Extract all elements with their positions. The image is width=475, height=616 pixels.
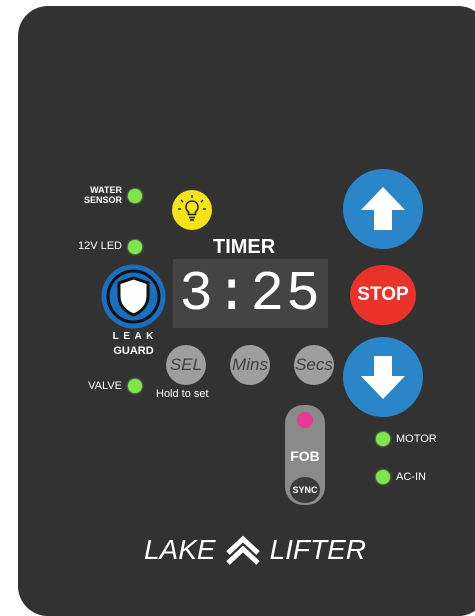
- timer-title: TIMER: [213, 236, 276, 258]
- leak-guard-label-line1: L E A K: [112, 331, 155, 342]
- timer-display-value: 3:25: [179, 261, 322, 326]
- water-sensor-led: [128, 189, 142, 203]
- brand-name-left: LAKE: [143, 534, 216, 565]
- sel-button[interactable]: SEL: [166, 345, 206, 385]
- leak-guard-button[interactable]: [101, 264, 166, 329]
- lightbulb-button[interactable]: [172, 190, 212, 230]
- lightbulb-icon: [172, 190, 212, 230]
- brand-logo: LAKE LIFTER: [115, 530, 395, 570]
- valve-led: [128, 379, 142, 393]
- sync-button[interactable]: SYNC: [290, 477, 320, 503]
- up-button[interactable]: [343, 169, 423, 249]
- fob-remote: FOB SYNC: [285, 405, 325, 505]
- stop-button[interactable]: STOP: [350, 265, 416, 325]
- motor-led: [376, 432, 390, 446]
- timer-display: 3:25: [173, 259, 328, 328]
- shield-icon: [101, 264, 166, 329]
- fob-indicator-led: [297, 412, 313, 428]
- hold-to-set-label: Hold to set: [156, 388, 209, 400]
- led-12v-led: [128, 240, 142, 254]
- leak-guard-label-line2: GUARD: [113, 345, 154, 357]
- brand-name-right: LIFTER: [269, 534, 367, 565]
- mins-button[interactable]: Mins: [230, 345, 270, 385]
- sync-label: SYNC: [292, 485, 318, 495]
- arrow-up-icon: [361, 187, 405, 230]
- stop-label: STOP: [357, 284, 409, 305]
- down-button[interactable]: [343, 337, 423, 417]
- ac-in-label: AC-IN: [396, 471, 426, 483]
- chevron-up-logo-icon: [225, 535, 260, 565]
- water-sensor-label: WATER SENSOR: [83, 185, 122, 205]
- fob-label: FOB: [290, 448, 320, 464]
- motor-label: MOTOR: [396, 433, 437, 445]
- secs-button[interactable]: Secs: [294, 345, 334, 385]
- ac-in-led: [376, 470, 390, 484]
- valve-label: VALVE: [88, 380, 122, 392]
- led-12v-label: 12V LED: [77, 240, 122, 252]
- arrow-down-icon: [361, 356, 405, 399]
